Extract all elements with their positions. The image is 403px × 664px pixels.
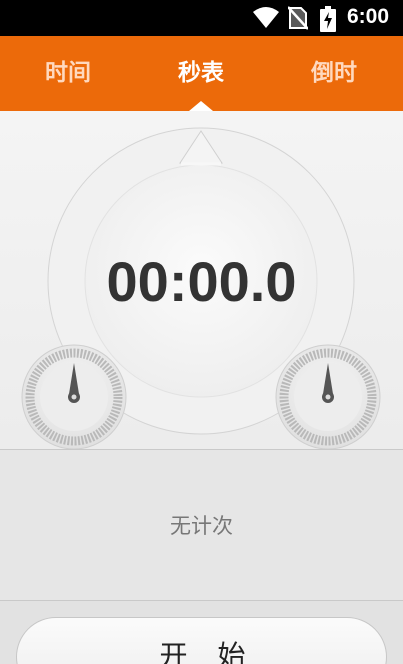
status-time: 6:00	[346, 5, 389, 28]
start-button-label: 开始	[159, 639, 276, 664]
elapsed-time-display: 00:00.0	[106, 250, 297, 313]
start-button[interactable]: 开始	[16, 617, 387, 664]
tab-stopwatch[interactable]: 秒表	[151, 36, 251, 111]
wifi-icon	[253, 7, 279, 28]
tab-bar: 时间 秒表 倒时	[0, 36, 403, 111]
no-laps-text: 无计次	[170, 514, 233, 538]
no-sim-icon	[288, 6, 308, 30]
tab-time[interactable]: 时间	[18, 36, 118, 111]
controls-area: 开始	[0, 601, 403, 664]
stopwatch-screen: 6:00 时间 秒表 倒时 00:00.0 无计次 开始	[0, 0, 403, 664]
stopwatch-area: 00:00.0	[0, 111, 403, 449]
active-tab-indicator	[189, 101, 213, 111]
left-sub-dial	[21, 344, 127, 449]
laps-list: 无计次	[0, 450, 403, 600]
right-sub-dial	[275, 344, 381, 449]
status-bar: 6:00	[0, 0, 403, 36]
tab-countdown[interactable]: 倒时	[284, 36, 384, 111]
battery-charging-icon	[320, 6, 336, 32]
